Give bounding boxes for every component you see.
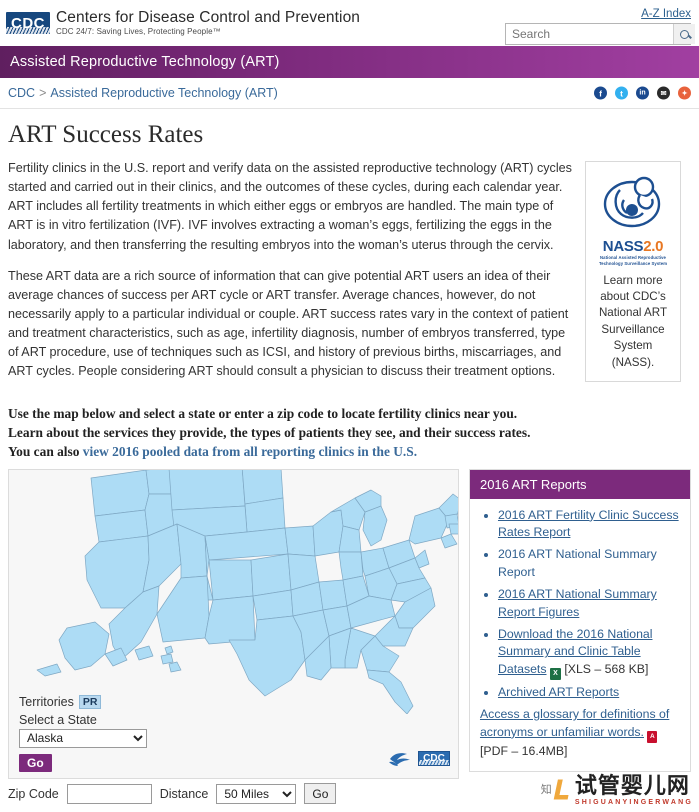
intro-paragraph-2: These ART data are a rich source of info… bbox=[8, 268, 569, 379]
twitter-icon[interactable]: t bbox=[615, 86, 628, 100]
reports-sidebar-body: 2016 ART Fertility Clinic Success Rates … bbox=[470, 499, 690, 771]
page-title: ART Success Rates bbox=[8, 121, 204, 148]
us-clinic-map-panel[interactable]: Territories PR Select a State Alaska Go … bbox=[8, 468, 459, 779]
state-go-button[interactable]: Go bbox=[19, 753, 52, 772]
search-icon bbox=[680, 29, 689, 39]
intro-paragraphs: Fertility clinics in the U.S. report and… bbox=[8, 159, 575, 394]
breadcrumb-bar: CDC > Assisted Reproductive Technology (AR… bbox=[0, 78, 699, 109]
cdc-org-titles: Centers for Disease Control and Preventi… bbox=[56, 8, 361, 37]
zip-code-input[interactable] bbox=[66, 783, 152, 804]
az-index-link[interactable]: A-Z Index bbox=[641, 8, 691, 20]
breadcrumb-separator: > bbox=[39, 86, 47, 100]
zip-go-button[interactable]: Go bbox=[304, 783, 337, 804]
report-link-fertility-clinic[interactable]: 2016 ART Fertility Clinic Success Rates … bbox=[498, 508, 679, 540]
cdc-logo[interactable]: CDC Centers for Disease Control and Prev… bbox=[6, 8, 361, 37]
glossary-block: Access a glossary for definitions of acr… bbox=[478, 706, 682, 761]
nass-promo-box[interactable]: NASS2.0 National Assisted Reproductive T… bbox=[585, 161, 681, 383]
territory-chip-pr[interactable]: PR bbox=[78, 694, 102, 709]
cdc-logo-text: CDC bbox=[11, 14, 45, 32]
state-select[interactable]: Alaska bbox=[19, 728, 147, 748]
nass-tagline-1: National Assisted Reproductive bbox=[600, 255, 666, 260]
facebook-icon[interactable]: f bbox=[594, 86, 607, 100]
reports-sidebar: 2016 ART Reports 2016 ART Fertility Clin… bbox=[468, 468, 691, 772]
report-link-national-summary[interactable]: 2016 ART National Summary Report bbox=[498, 547, 657, 579]
list-item[interactable]: 2016 ART National Summary Report Figures bbox=[498, 586, 682, 622]
reports-sidebar-title: 2016 ART Reports bbox=[469, 469, 690, 499]
pdf-file-meta: [PDF – 16.4MB] bbox=[479, 743, 568, 758]
breadcrumb-item-cdc[interactable]: CDC bbox=[8, 86, 35, 100]
cdc-logo-mark: CDC bbox=[6, 12, 50, 34]
site-search bbox=[505, 23, 695, 45]
us-map-icon[interactable] bbox=[9, 469, 459, 714]
map-cdc-badge: CDC bbox=[417, 751, 450, 767]
hhs-eagle-icon bbox=[388, 752, 410, 766]
map-cdc-badge-text: CDC bbox=[423, 753, 445, 765]
cdc-org-title: Centers for Disease Control and Preventi… bbox=[56, 8, 361, 26]
list-item[interactable]: Download the 2016 National Summary and C… bbox=[498, 626, 682, 681]
nass-learn-more-link[interactable]: Learn more about CDC’s National ART Surv… bbox=[592, 273, 674, 372]
xls-file-meta: [XLS – 568 KB] bbox=[564, 662, 649, 677]
section-banner: Assisted Reproductive Technology (ART) bbox=[0, 46, 699, 78]
distance-label: Distance bbox=[159, 786, 209, 801]
report-link-summary-figures[interactable]: 2016 ART National Summary Report Figures bbox=[498, 587, 657, 619]
instructions-line-2: Learn about the services they provide, t… bbox=[8, 424, 531, 440]
pooled-data-link[interactable]: view 2016 pooled data from all reporting… bbox=[83, 444, 417, 459]
watermark-logo-icon: 𝑳 bbox=[553, 775, 570, 805]
instructions-line-3: You can also view 2016 pooled data from … bbox=[8, 442, 568, 461]
reports-list: 2016 ART Fertility Clinic Success Rates … bbox=[478, 507, 682, 702]
header-utilities: A-Z Index bbox=[505, 4, 695, 45]
intro-section: Fertility clinics in the U.S. report and… bbox=[8, 159, 691, 394]
cdc-org-tagline: CDC 24/7: Saving Lives, Protecting Peopl… bbox=[56, 26, 221, 36]
instructions-line-3-text: You can also bbox=[8, 443, 83, 459]
select-state-label: Select a State bbox=[19, 712, 97, 727]
linkedin-icon[interactable]: in bbox=[636, 86, 649, 100]
pdf-icon: A bbox=[647, 730, 658, 743]
distance-select[interactable]: 50 Miles bbox=[216, 783, 297, 804]
watermark-pinyin-text: SHIGUANYINGERWANG bbox=[574, 799, 693, 806]
xls-icon: X bbox=[549, 668, 561, 681]
zip-code-label: Zip Code bbox=[8, 786, 59, 801]
nass-wordmark: NASS2.0 bbox=[592, 239, 674, 254]
map-instructions: Use the map below and select a state or … bbox=[8, 404, 568, 461]
list-item[interactable]: 2016 ART Fertility Clinic Success Rates … bbox=[498, 507, 682, 543]
territories-row: Territories PR bbox=[19, 694, 450, 709]
social-share-bar: f t in ✉ ✦ bbox=[594, 86, 691, 100]
map-controls: Territories PR Select a State Alaska Go bbox=[19, 694, 450, 772]
report-link-archived[interactable]: Archived ART Reports bbox=[498, 685, 619, 699]
search-input[interactable] bbox=[506, 24, 673, 44]
list-item[interactable]: 2016 ART National Summary Report bbox=[498, 546, 682, 582]
list-item[interactable]: Archived ART Reports bbox=[498, 684, 682, 702]
search-button[interactable] bbox=[673, 24, 695, 44]
map-agency-logos: CDC bbox=[387, 750, 450, 768]
nass-wordmark-text: NASS bbox=[602, 238, 644, 255]
email-icon[interactable]: ✉ bbox=[657, 86, 670, 100]
main-content: ART Success Rates Fertility clinics in t… bbox=[0, 109, 699, 779]
site-watermark: 知 𝑳 试管婴儿网 SHIGUANYINGERWANG bbox=[540, 775, 693, 807]
instructions-line-1: Use the map below and select a state or … bbox=[8, 405, 518, 421]
syndicate-icon[interactable]: ✦ bbox=[678, 86, 691, 100]
zip-search-row: Zip Code Distance 50 Miles Go bbox=[8, 783, 337, 804]
breadcrumb: CDC > Assisted Reproductive Technology (AR… bbox=[8, 86, 278, 100]
nass-logo-icon bbox=[603, 176, 661, 228]
site-header: CDC Centers for Disease Control and Prev… bbox=[0, 0, 699, 46]
map-and-reports-row: Territories PR Select a State Alaska Go … bbox=[8, 468, 691, 779]
nass-version: 2.0 bbox=[643, 238, 664, 255]
glossary-link[interactable]: Access a glossary for definitions of acr… bbox=[480, 707, 669, 739]
nass-tagline-2: Technology Surveillance System bbox=[598, 261, 668, 267]
intro-paragraph-1: Fertility clinics in the U.S. report and… bbox=[8, 161, 572, 252]
section-banner-title: Assisted Reproductive Technology (ART) bbox=[10, 54, 280, 70]
territories-label: Territories bbox=[19, 694, 74, 709]
watermark-mark: 知 bbox=[540, 784, 552, 796]
breadcrumb-item-current[interactable]: Assisted Reproductive Technology (ART) bbox=[50, 86, 277, 100]
